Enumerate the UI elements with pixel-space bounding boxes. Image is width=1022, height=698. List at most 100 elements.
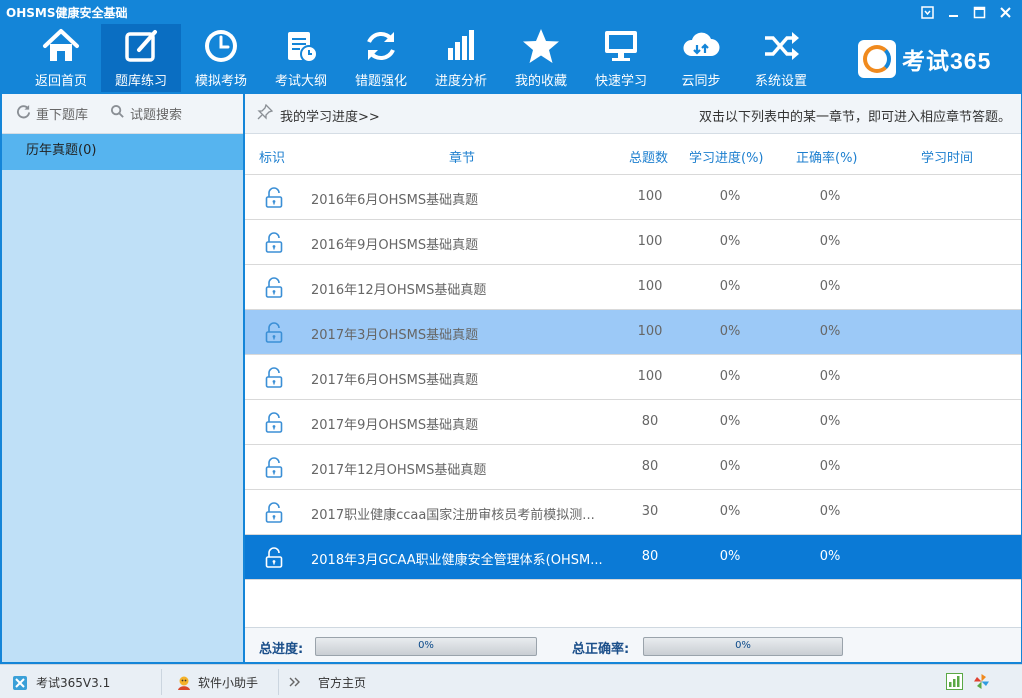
cloud-sync-icon — [683, 32, 720, 56]
table-row[interactable]: 2017职业健康ccaa国家注册审核员考前模拟测... 30 0% 0% — [245, 490, 1021, 535]
edit-icon — [125, 30, 157, 62]
column-accuracy[interactable]: 正确率(%) — [796, 147, 858, 166]
toolbar-progress-analysis-button[interactable]: 进度分析 — [421, 24, 501, 92]
assistant-label: 软件小助手 — [198, 676, 259, 690]
row-total: 100 — [637, 324, 663, 339]
row-total: 80 — [641, 414, 659, 429]
title-bar: OHSMS健康安全基础 — [0, 0, 1022, 24]
column-study-time[interactable]: 学习时间 — [921, 147, 973, 166]
column-chapter[interactable]: 章节 — [449, 147, 475, 166]
table-row[interactable]: 2017年6月OHSMS基础真题 100 0% 0% — [245, 355, 1021, 400]
row-total: 100 — [637, 279, 663, 294]
row-chapter: 2017年12月OHSMS基础真题 — [311, 463, 487, 478]
sidebar-actions: 重下题库 试题搜索 — [2, 94, 243, 134]
row-chapter: 2016年6月OHSMS基础真题 — [311, 193, 479, 208]
reload-bank-button[interactable]: 重下题库 — [16, 104, 88, 123]
total-accuracy-label: 总正确率: — [572, 642, 630, 657]
homepage-label: 官方主页 — [318, 676, 367, 690]
table-row[interactable]: 2017年12月OHSMS基础真题 80 0% 0% — [245, 445, 1021, 490]
feedback-button[interactable] — [973, 673, 997, 689]
shuffle-icon — [765, 32, 799, 60]
minimize-icon[interactable] — [940, 2, 966, 22]
toolbar-syllabus-label: 考试大纲 — [274, 74, 327, 89]
app-icon — [12, 675, 28, 691]
row-total: 80 — [641, 549, 659, 564]
bar-chart-icon — [448, 30, 474, 60]
toolbar-favorites-button[interactable]: 我的收藏 — [501, 24, 581, 92]
toolbar-cloud-sync-button[interactable]: 云同步 — [661, 24, 741, 92]
row-accuracy: 0% — [819, 369, 841, 384]
brand-logo: 考试365 — [858, 40, 991, 78]
restore-down-icon[interactable] — [914, 2, 940, 22]
table-row[interactable]: 2017年9月OHSMS基础真题 80 0% 0% — [245, 400, 1021, 445]
toolbar-practice-label: 题库练习 — [114, 74, 167, 89]
double-chevron-icon — [288, 675, 304, 691]
row-accuracy: 0% — [819, 324, 841, 339]
sidebar-item-past-exams[interactable]: 历年真题(0) — [2, 134, 243, 170]
toolbar-home-label: 返回首页 — [34, 74, 87, 89]
stats-button[interactable] — [946, 673, 970, 690]
row-accuracy: 0% — [819, 234, 841, 249]
home-icon — [43, 29, 79, 61]
row-chapter: 2017年9月OHSMS基础真题 — [311, 418, 479, 433]
row-accuracy: 0% — [819, 189, 841, 204]
summary-bar: 总进度: 0% 总正确率: 0% — [245, 627, 1021, 662]
maximize-icon[interactable] — [966, 2, 992, 22]
close-icon[interactable] — [992, 2, 1018, 22]
toolbar-favorites-label: 我的收藏 — [514, 74, 567, 89]
unlock-icon — [265, 187, 283, 209]
status-bar: 考试365V3.1 软件小助手 官方主页 — [0, 664, 1022, 698]
homepage-link[interactable]: 官方主页 — [288, 674, 366, 691]
status-divider — [278, 669, 279, 695]
row-progress: 0% — [719, 504, 741, 519]
row-total: 30 — [641, 504, 659, 519]
total-progress-bar: 0% — [315, 637, 537, 656]
total-accuracy-bar: 0% — [643, 637, 843, 656]
progress-header: 我的学习进度>> 双击以下列表中的某一章节，即可进入相应章节答题。 — [245, 94, 1021, 134]
row-progress: 0% — [719, 549, 741, 564]
table-row[interactable]: 2018年3月GCAA职业健康安全管理体系(OHSM... 80 0% 0% — [245, 535, 1021, 580]
reload-icon — [16, 104, 31, 123]
toolbar-settings-button[interactable]: 系统设置 — [741, 24, 821, 92]
window-controls — [914, 2, 1018, 22]
toolbar-home-button[interactable]: 返回首页 — [21, 24, 101, 92]
brand-text: 考试365 — [902, 48, 992, 74]
sidebar: 重下题库 试题搜索 历年真题(0) — [2, 94, 243, 662]
row-progress: 0% — [719, 459, 741, 474]
row-progress: 0% — [719, 189, 741, 204]
toolbar-progress-analysis-label: 进度分析 — [434, 74, 487, 89]
unlock-icon — [265, 547, 283, 569]
row-accuracy: 0% — [819, 549, 841, 564]
total-accuracy-value: 0% — [735, 640, 751, 651]
toolbar-mock-exam-button[interactable]: 模拟考场 — [181, 24, 261, 92]
brand-logo-icon — [858, 40, 896, 78]
column-total[interactable]: 总题数 — [629, 147, 668, 166]
star-icon — [523, 29, 559, 63]
table-row[interactable]: 2016年12月OHSMS基础真题 100 0% 0% — [245, 265, 1021, 310]
toolbar-syllabus-button[interactable]: 考试大纲 — [261, 24, 341, 92]
table-row[interactable]: 2016年6月OHSMS基础真题 100 0% 0% — [245, 175, 1021, 220]
assistant-button[interactable]: 软件小助手 — [176, 674, 258, 691]
row-progress: 0% — [719, 324, 741, 339]
table-row[interactable]: 2017年3月OHSMS基础真题 100 0% 0% — [245, 310, 1021, 355]
toolbar-practice-button[interactable]: 题库练习 — [101, 24, 181, 92]
row-progress: 0% — [719, 414, 741, 429]
my-progress-link[interactable]: 我的学习进度>> — [280, 106, 380, 125]
toolbar-settings-label: 系统设置 — [754, 74, 807, 89]
row-chapter: 2018年3月GCAA职业健康安全管理体系(OHSM... — [311, 553, 603, 568]
row-chapter: 2016年9月OHSMS基础真题 — [311, 238, 479, 253]
status-divider — [161, 669, 162, 695]
row-chapter: 2016年12月OHSMS基础真题 — [311, 283, 487, 298]
table-header: 标识 章节 总题数 学习进度(%) 正确率(%) 学习时间 — [245, 135, 1021, 175]
toolbar-quick-learn-button[interactable]: 快速学习 — [581, 24, 661, 92]
table-row[interactable]: 2016年9月OHSMS基础真题 100 0% 0% — [245, 220, 1021, 265]
unlock-icon — [265, 412, 283, 434]
unlock-icon — [265, 502, 283, 524]
search-questions-button[interactable]: 试题搜索 — [110, 104, 182, 123]
row-total: 100 — [637, 369, 663, 384]
row-total: 80 — [641, 459, 659, 474]
toolbar-mistakes-button[interactable]: 错题强化 — [341, 24, 421, 92]
column-mark[interactable]: 标识 — [259, 147, 285, 166]
column-progress[interactable]: 学习进度(%) — [689, 147, 764, 166]
assistant-icon — [176, 675, 192, 691]
